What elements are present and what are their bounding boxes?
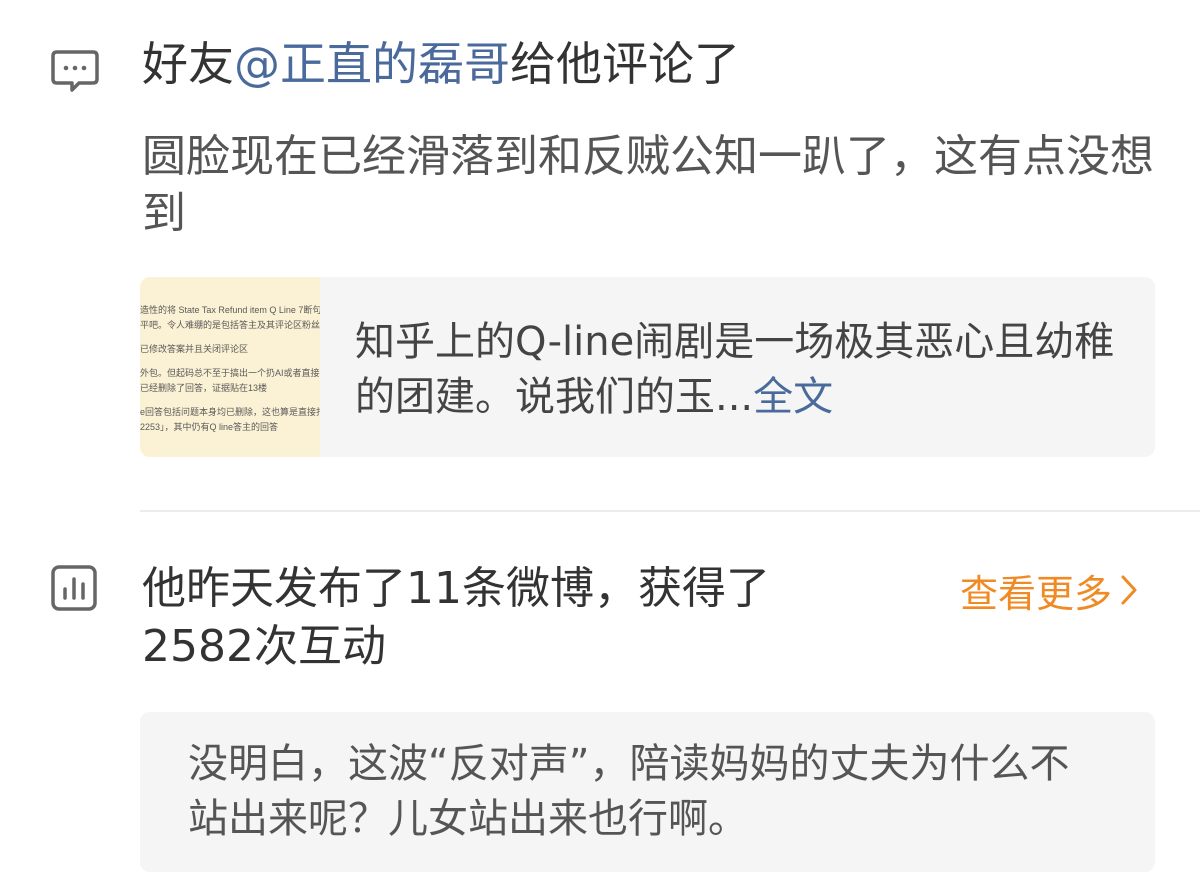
shared-post-card[interactable]: 造性的将 State Tax Refund item Q Line 7断句成 S… xyxy=(140,277,1155,457)
thumbnail-text-line: e回答包括问题本身均已删除，这也算是直接打破了公 xyxy=(140,407,320,417)
featured-post-card[interactable]: 没明白，这波“反对声”，陪读妈妈的丈夫为什么不站出来呢？儿女站出来也行啊。 xyxy=(140,712,1155,872)
thumbnail-text-line: 2253」，其中仍有Q line答主的回答 xyxy=(140,422,279,432)
friend-comment-title: 好友@正直的磊哥给他评论了 xyxy=(142,34,740,94)
shared-post-text: 知乎上的Q-line闹剧是一场极其恶心且幼稚的团建。说我们的玉... xyxy=(355,319,1115,420)
title-prefix: 好友 xyxy=(142,37,234,91)
thumbnail-text-line: 外包。但起码总不至于搞出一个扔AI或者直接扔百度翻 xyxy=(140,368,320,378)
view-more-label: 查看更多 xyxy=(960,571,1113,616)
view-more-button[interactable]: 查看更多 xyxy=(960,564,1138,616)
chevron-right-icon xyxy=(1121,575,1137,605)
section-divider xyxy=(140,510,1200,512)
title-suffix: 给他评论了 xyxy=(510,37,740,91)
activity-summary: 他昨天发布了11条微博，获得了2582次互动 xyxy=(142,563,770,672)
thumbnail-text-line: 已修改答案并且关闭评论区 xyxy=(140,344,249,354)
thumbnail-text-line: 已经删除了回答，证据贴在13楼 xyxy=(140,383,268,393)
shared-post-excerpt: 知乎上的Q-line闹剧是一场极其恶心且幼稚的团建。说我们的玉...全文 xyxy=(355,315,1115,425)
read-full-link[interactable]: 全文 xyxy=(753,374,833,420)
friend-mention-link[interactable]: @正直的磊哥 xyxy=(234,37,510,91)
comment-icon xyxy=(51,50,99,92)
thumbnail-text-line: 平吧。令人难绷的是包括答主及其评论区粉丝(甚至不 xyxy=(140,320,320,330)
friend-comment-text: 圆脸现在已经滑落到和反贼公知一趴了，这有点没想到 xyxy=(142,131,1154,239)
featured-post-text: 没明白，这波“反对声”，陪读妈妈的丈夫为什么不站出来呢？儿女站出来也行啊。 xyxy=(188,741,1070,842)
thumbnail-text-line: 造性的将 State Tax Refund item Q Line 7断句成 S xyxy=(140,305,320,315)
shared-post-thumbnail: 造性的将 State Tax Refund item Q Line 7断句成 S… xyxy=(140,277,320,457)
chart-icon xyxy=(51,565,97,611)
